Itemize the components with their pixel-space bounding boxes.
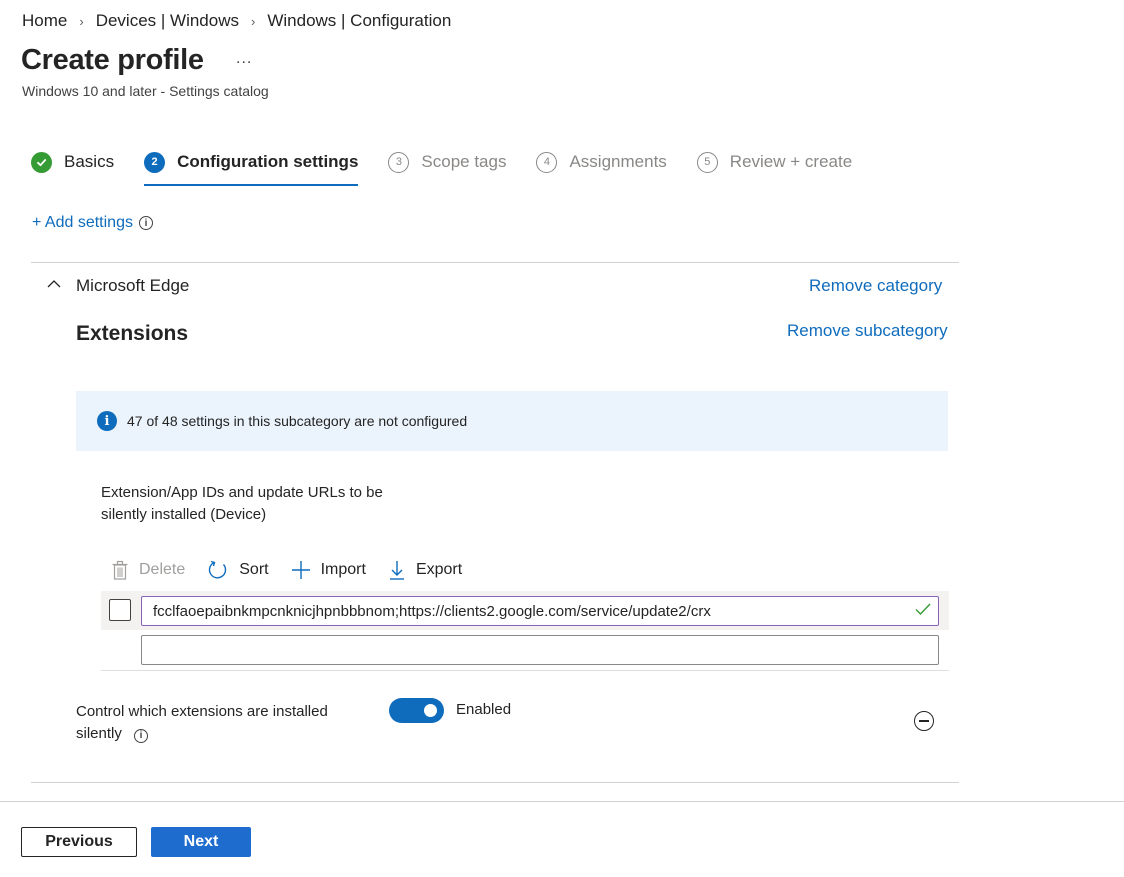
download-icon xyxy=(389,561,404,580)
step-label: Review + create xyxy=(729,152,853,171)
sort-button[interactable]: Sort xyxy=(207,559,269,581)
breadcrumb-windows-configuration[interactable]: Windows | Configuration xyxy=(267,11,451,31)
previous-button[interactable]: Previous xyxy=(21,827,137,857)
info-bar: i 47 of 48 settings in this subcategory … xyxy=(76,391,948,451)
step-label: Scope tags xyxy=(421,152,507,171)
new-extension-id-input[interactable] xyxy=(141,635,939,665)
sort-label: Sort xyxy=(239,561,269,578)
breadcrumb-devices-windows[interactable]: Devices | Windows xyxy=(96,11,239,31)
step-number: 2 xyxy=(144,151,166,173)
breadcrumb: Home › Devices | Windows › Windows | Con… xyxy=(22,10,451,32)
subcategory-name: Extensions xyxy=(76,322,189,345)
add-settings-link[interactable]: + Add settings i xyxy=(32,214,153,232)
step-number: 5 xyxy=(696,151,718,173)
step-label: Configuration settings xyxy=(177,152,359,171)
refresh-icon xyxy=(209,560,227,579)
next-button[interactable]: Next xyxy=(151,827,251,857)
chevron-right-icon: › xyxy=(79,13,84,29)
breadcrumb-home[interactable]: Home xyxy=(22,11,67,31)
extension-id-input[interactable] xyxy=(141,596,939,626)
divider xyxy=(31,782,959,783)
list-toolbar: Delete Sort Import Export xyxy=(111,557,484,583)
trash-icon xyxy=(112,560,128,580)
step-number: 4 xyxy=(536,151,558,173)
toggle-state-label: Enabled xyxy=(456,701,512,718)
plus-icon xyxy=(291,561,310,579)
export-label: Export xyxy=(415,561,463,578)
chevron-right-icon: › xyxy=(251,13,256,29)
delete-button[interactable]: Delete xyxy=(111,560,185,580)
step-configuration-settings[interactable]: 2 Configuration settings xyxy=(144,148,359,186)
step-basics[interactable]: Basics xyxy=(31,148,114,176)
chevron-up-icon[interactable] xyxy=(46,276,62,292)
toggle-knob xyxy=(424,704,437,717)
setting-label: Control which extensions are installed s… xyxy=(76,701,376,745)
more-options-button[interactable]: ... xyxy=(236,50,252,68)
setting-label: Extension/App IDs and update URLs to be … xyxy=(101,484,383,523)
step-scope-tags[interactable]: 3 Scope tags xyxy=(388,148,506,176)
info-bar-text: 47 of 48 settings in this subcategory ar… xyxy=(127,413,468,429)
wizard-steps: Basics 2 Configuration settings 3 Scope … xyxy=(31,148,882,188)
page-subtitle: Windows 10 and later - Settings catalog xyxy=(22,83,269,99)
setting-label-text: Control which extensions are installed s… xyxy=(76,703,328,742)
checkmark-icon xyxy=(914,601,932,622)
export-button[interactable]: Export xyxy=(388,559,462,581)
import-label: Import xyxy=(320,561,366,578)
checkmark-icon xyxy=(31,151,52,173)
delete-label: Delete xyxy=(139,561,186,578)
footer-divider xyxy=(0,801,1124,802)
divider xyxy=(101,670,949,671)
step-review-create[interactable]: 5 Review + create xyxy=(696,148,853,176)
remove-category-link[interactable]: Remove category xyxy=(809,276,942,296)
divider xyxy=(31,262,959,263)
step-assignments[interactable]: 4 Assignments xyxy=(536,148,667,176)
import-button[interactable]: Import xyxy=(291,560,366,580)
row-checkbox[interactable] xyxy=(109,599,131,621)
enabled-toggle[interactable] xyxy=(389,698,444,723)
step-label: Assignments xyxy=(569,152,667,171)
step-number: 3 xyxy=(388,151,410,173)
info-icon: i xyxy=(97,411,117,431)
info-icon[interactable]: i xyxy=(138,216,153,230)
category-name: Microsoft Edge xyxy=(76,276,190,295)
step-label: Basics xyxy=(64,152,115,171)
remove-subcategory-link[interactable]: Remove subcategory xyxy=(787,321,948,341)
info-icon[interactable]: i xyxy=(134,729,149,743)
remove-setting-icon[interactable] xyxy=(914,711,934,731)
page-title: Create profile xyxy=(21,44,204,76)
add-settings-label: + Add settings xyxy=(32,214,133,231)
